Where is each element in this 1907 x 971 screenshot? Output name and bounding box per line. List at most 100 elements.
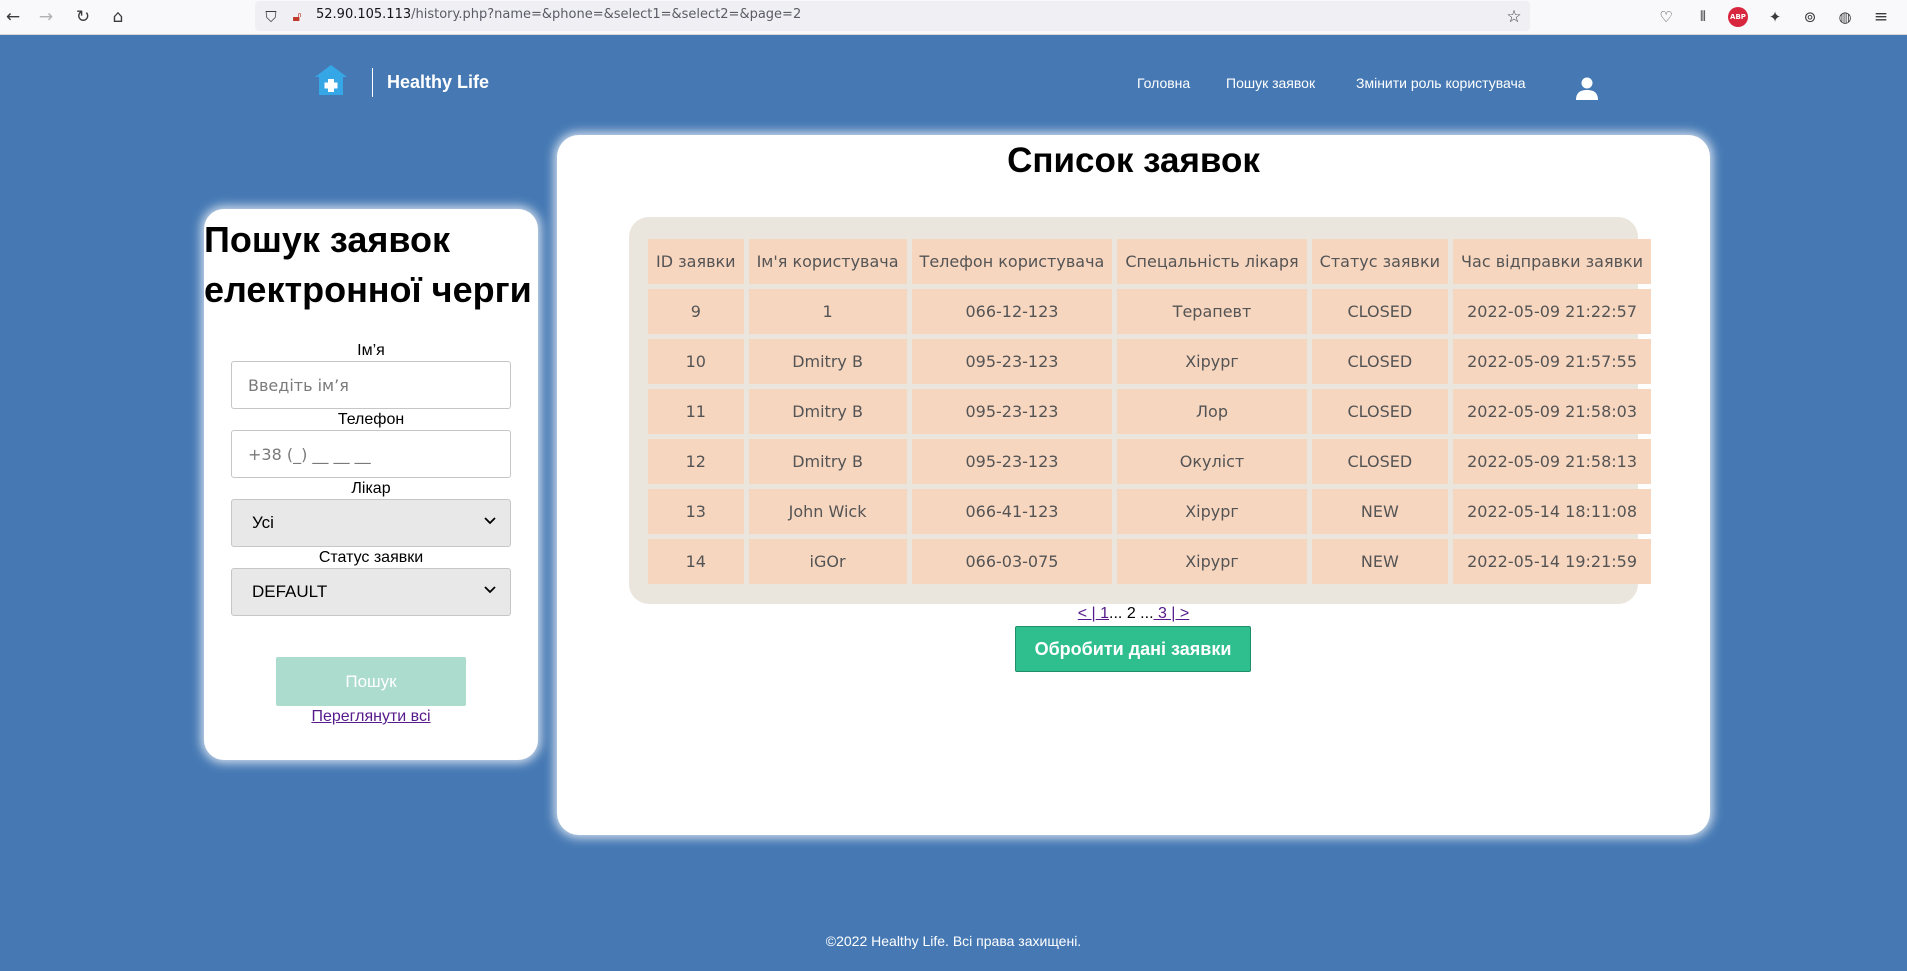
sync-icon[interactable]: ⊚: [1797, 4, 1823, 30]
pagination-ellipsis: ...: [1140, 605, 1154, 622]
logo-divider: [372, 68, 373, 97]
cell-id: 9: [648, 289, 744, 334]
cell-user-phone: 066-41-123: [911, 489, 1113, 534]
browser-toolbar: ← → ↻ ⌂ ⛉ 🔓︎ 52.90.105.113/history.php?n…: [0, 0, 1907, 35]
pagination-prev-link[interactable]: < |: [1078, 605, 1096, 622]
site-name[interactable]: Healthy Life: [387, 72, 489, 93]
column-header-doctor-specialty: Спецальність лікаря: [1117, 239, 1307, 284]
nav-link-search-requests[interactable]: Пошук заявок: [1226, 75, 1315, 91]
chevron-down-icon: [484, 586, 496, 594]
name-input[interactable]: [231, 361, 511, 409]
cell-user-phone: 095-23-123: [911, 439, 1113, 484]
bookmark-star-icon[interactable]: ☆: [1501, 4, 1527, 30]
forward-arrow-icon[interactable]: →: [33, 4, 59, 30]
table-row: 9 1 066-12-123 Терапевт CLOSED 2022-05-0…: [648, 289, 1652, 334]
cell-id: 10: [648, 339, 744, 384]
process-request-button[interactable]: Обробити дані заявки: [1015, 626, 1251, 672]
cell-doctor-specialty: Хірург: [1117, 489, 1307, 534]
table-row: 13 John Wick 066-41-123 Хірург NEW 2022-…: [648, 489, 1652, 534]
cell-id: 14: [648, 539, 744, 584]
cell-id: 12: [648, 439, 744, 484]
pocket-icon[interactable]: ♡: [1653, 4, 1679, 30]
extension-icon[interactable]: ✦: [1762, 4, 1788, 30]
cell-user-name: iGOr: [748, 539, 907, 584]
pagination-current-page: 2: [1122, 605, 1141, 622]
cell-user-phone: 066-03-075: [911, 539, 1113, 584]
cell-sent-time: 2022-05-09 21:22:57: [1453, 289, 1652, 334]
cell-user-name: Dmitry B: [748, 439, 907, 484]
nav-link-home[interactable]: Головна: [1137, 75, 1190, 91]
cell-user-phone: 095-23-123: [911, 389, 1113, 434]
chevron-down-icon: [484, 517, 496, 525]
phone-label: Телефон: [337, 411, 405, 428]
table-row: 10 Dmitry B 095-23-123 Хірург CLOSED 202…: [648, 339, 1652, 384]
pagination-last-link[interactable]: 3 |: [1154, 605, 1176, 622]
cell-doctor-specialty: Окуліст: [1117, 439, 1307, 484]
doctor-label: Лікар: [351, 480, 391, 497]
view-all-link[interactable]: Переглянути всі: [204, 708, 538, 726]
status-label: Статус заявки: [318, 549, 424, 566]
home-icon[interactable]: ⌂: [105, 4, 131, 30]
library-icon[interactable]: ⫴: [1690, 4, 1716, 30]
pagination-first-link[interactable]: 1: [1096, 605, 1109, 622]
back-arrow-icon[interactable]: ←: [0, 4, 26, 30]
globe-icon[interactable]: ◍: [1832, 4, 1858, 30]
cell-status: NEW: [1311, 489, 1449, 534]
search-button[interactable]: Пошук: [276, 657, 466, 706]
cell-status: CLOSED: [1311, 339, 1449, 384]
cell-sent-time: 2022-05-14 19:21:59: [1453, 539, 1652, 584]
cell-id: 11: [648, 389, 744, 434]
pagination-next-link[interactable]: >: [1175, 605, 1189, 622]
cell-status: NEW: [1311, 539, 1449, 584]
column-header-status: Статус заявки: [1311, 239, 1449, 284]
medical-logo-icon[interactable]: [314, 64, 348, 96]
search-panel: Пошук заявок електронної черги Ім’я Теле…: [204, 209, 538, 760]
cell-doctor-specialty: Хірург: [1117, 339, 1307, 384]
doctor-select-value: Усі: [252, 513, 274, 532]
cell-status: CLOSED: [1311, 389, 1449, 434]
cell-user-phone: 066-12-123: [911, 289, 1113, 334]
footer-copyright: ©2022 Healthy Life. Всі права захищені.: [825, 933, 1082, 949]
reload-icon[interactable]: ↻: [70, 4, 96, 30]
cell-user-name: Dmitry B: [748, 339, 907, 384]
cell-doctor-specialty: Терапевт: [1117, 289, 1307, 334]
search-title: Пошук заявок електронної черги: [204, 219, 532, 310]
cell-doctor-specialty: Лор: [1117, 389, 1307, 434]
adblock-icon[interactable]: ABP: [1728, 7, 1748, 27]
requests-list-panel: Список заявок ID заявки Ім'я користувача…: [557, 135, 1710, 835]
cell-user-phone: 095-23-123: [911, 339, 1113, 384]
pagination: < | 1... 2 ... 3 | >: [557, 605, 1710, 623]
table-row: 11 Dmitry B 095-23-123 Лор CLOSED 2022-0…: [648, 389, 1652, 434]
shield-icon[interactable]: ⛉: [258, 4, 284, 30]
phone-input[interactable]: [231, 430, 511, 478]
cell-status: CLOSED: [1311, 439, 1449, 484]
url-text[interactable]: 52.90.105.113/history.php?name=&phone=&s…: [316, 7, 801, 22]
cell-user-name: John Wick: [748, 489, 907, 534]
requests-table-container: ID заявки Ім'я користувача Телефон корис…: [629, 217, 1652, 604]
user-icon[interactable]: [1575, 76, 1599, 100]
status-select[interactable]: DEFAULT: [231, 568, 511, 616]
column-header-sent-time: Час відправки заявки: [1453, 239, 1652, 284]
nav-link-change-role[interactable]: Змінити роль користувача: [1356, 75, 1526, 91]
cell-sent-time: 2022-05-14 18:11:08: [1453, 489, 1652, 534]
cell-sent-time: 2022-05-09 21:58:13: [1453, 439, 1652, 484]
pagination-ellipsis: ...: [1109, 605, 1123, 622]
name-label: Ім’я: [357, 342, 385, 359]
status-select-value: DEFAULT: [252, 582, 328, 601]
table-row: 12 Dmitry B 095-23-123 Окуліст CLOSED 20…: [648, 439, 1652, 484]
lock-icon[interactable]: 🔓︎: [284, 4, 310, 30]
doctor-select[interactable]: Усі: [231, 499, 511, 547]
cell-status: CLOSED: [1311, 289, 1449, 334]
url-host: 52.90.105.113: [316, 7, 412, 22]
cell-doctor-specialty: Хірург: [1117, 539, 1307, 584]
cell-user-name: Dmitry B: [748, 389, 907, 434]
menu-icon[interactable]: ≡: [1868, 4, 1894, 30]
column-header-user-phone: Телефон користувача: [911, 239, 1113, 284]
requests-table: ID заявки Ім'я користувача Телефон корис…: [643, 234, 1656, 589]
url-path: /history.php?name=&phone=&select1=&selec…: [411, 7, 802, 22]
table-row: 14 iGOr 066-03-075 Хірург NEW 2022-05-14…: [648, 539, 1652, 584]
cell-id: 13: [648, 489, 744, 534]
cell-user-name: 1: [748, 289, 907, 334]
table-header-row: ID заявки Ім'я користувача Телефон корис…: [648, 239, 1652, 284]
cell-sent-time: 2022-05-09 21:58:03: [1453, 389, 1652, 434]
